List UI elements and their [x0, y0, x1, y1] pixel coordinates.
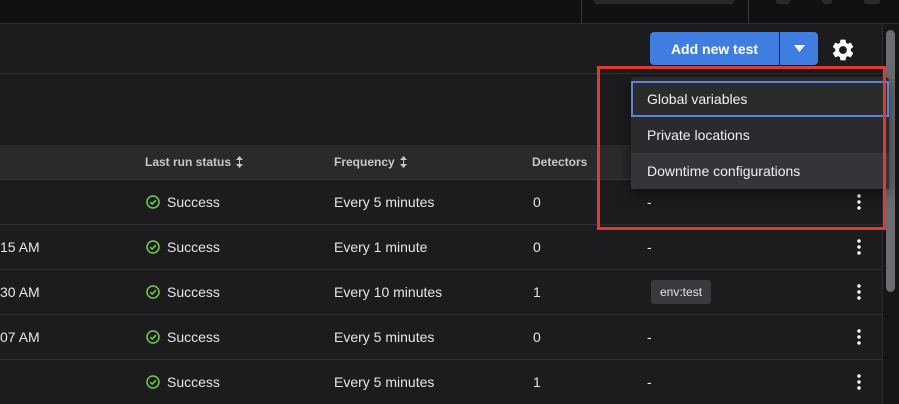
- detectors-cell: 1: [533, 374, 541, 390]
- frequency-cell: Every 5 minutes: [334, 374, 435, 390]
- detectors-cell: 0: [533, 239, 541, 255]
- check-circle-icon: [146, 195, 160, 209]
- detectors-cell: 0: [533, 329, 541, 345]
- add-new-test-label: Add new test: [670, 40, 759, 57]
- top-bar: [0, 0, 899, 24]
- sort-icon: [236, 156, 244, 168]
- frequency-cell: Every 10 minutes: [334, 284, 443, 300]
- tags-cell: -: [647, 239, 652, 255]
- add-new-test-button[interactable]: Add new test: [650, 32, 779, 65]
- settings-dropdown-menu: Global variables Private locations Downt…: [631, 77, 889, 189]
- sort-icon: [399, 156, 407, 168]
- frequency-cell: Every 1 minute: [334, 239, 428, 255]
- status-text: Success: [167, 374, 220, 390]
- detectors-cell: 0: [533, 194, 541, 210]
- tags-cell: -: [647, 194, 652, 210]
- check-circle-icon: [146, 330, 160, 344]
- top-bar-clipped-icon[interactable]: [822, 0, 832, 4]
- status-cell: Success: [146, 374, 220, 390]
- status-text: Success: [167, 239, 220, 255]
- gear-icon[interactable]: [830, 37, 856, 63]
- table-row[interactable]: 30 AM Success Every 10 minutes 1 env:tes…: [0, 270, 882, 315]
- top-bar-clipped-text: [594, 0, 734, 4]
- status-text: Success: [167, 284, 220, 300]
- top-bar-clipped-icon[interactable]: [776, 0, 790, 4]
- more-actions-icon[interactable]: [853, 283, 865, 301]
- add-test-dropdown-button[interactable]: [780, 32, 818, 65]
- frequency-cell: Every 5 minutes: [334, 194, 435, 210]
- tag-badge[interactable]: env:test: [651, 280, 712, 304]
- last-run-time: 15 AM: [0, 239, 40, 255]
- menu-item-global-variables[interactable]: Global variables: [631, 81, 889, 117]
- status-cell: Success: [146, 239, 220, 255]
- top-bar-divider: [748, 0, 749, 24]
- last-run-time: 30 AM: [0, 284, 40, 300]
- status-text: Success: [167, 329, 220, 345]
- check-circle-icon: [146, 240, 160, 254]
- more-actions-icon[interactable]: [853, 238, 865, 256]
- top-bar-divider: [581, 0, 582, 24]
- check-circle-icon: [146, 285, 160, 299]
- more-actions-icon[interactable]: [853, 373, 865, 391]
- column-header-last-run-status[interactable]: Last run status: [145, 155, 244, 169]
- status-cell: Success: [146, 194, 220, 210]
- detectors-cell: 1: [533, 284, 541, 300]
- tags-cell: -: [647, 374, 652, 390]
- status-cell: Success: [146, 329, 220, 345]
- more-actions-icon[interactable]: [853, 328, 865, 346]
- column-header-frequency[interactable]: Frequency: [334, 155, 408, 169]
- tags-cell: -: [647, 329, 652, 345]
- column-header-detectors: Detectors: [532, 155, 588, 169]
- status-cell: Success: [146, 284, 220, 300]
- top-bar-clipped-icon[interactable]: [864, 0, 880, 4]
- menu-item-private-locations[interactable]: Private locations: [631, 117, 889, 153]
- last-run-time: 07 AM: [0, 329, 40, 345]
- table-row[interactable]: 07 AM Success Every 5 minutes 0 -: [0, 315, 882, 360]
- caret-down-icon: [793, 45, 805, 52]
- status-text: Success: [167, 194, 220, 210]
- check-circle-icon: [146, 375, 160, 389]
- table-row[interactable]: Success Every 5 minutes 1 -: [0, 360, 882, 404]
- table-row[interactable]: 15 AM Success Every 1 minute 0 -: [0, 225, 882, 270]
- frequency-cell: Every 5 minutes: [334, 329, 435, 345]
- menu-item-downtime-configurations[interactable]: Downtime configurations: [631, 153, 889, 189]
- more-actions-icon[interactable]: [853, 193, 865, 211]
